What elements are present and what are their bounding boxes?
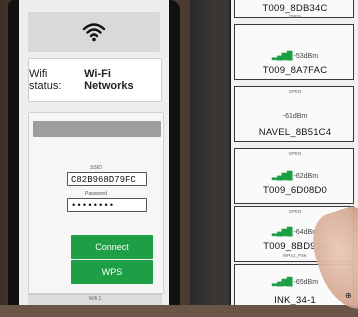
password-input[interactable]: •••••••• [67, 198, 147, 212]
network-security: OPEN [288, 151, 302, 156]
network-item[interactable]: OPEN ▂▄▆█ -62dBm T009_6D08D0 [234, 148, 354, 204]
form-header-bar [33, 121, 161, 137]
signal-bars-icon: ▂▄▆█ [271, 227, 293, 236]
signal-bars-icon: ▂▄▆█ [271, 51, 293, 60]
network-ssid: T009_8DB34C [262, 3, 328, 14]
network-ssid: T009_6D08D0 [263, 185, 327, 196]
status-value: Wi-Fi Networks [84, 68, 134, 92]
signal-row: ▂▄▆█ -62dBm [235, 171, 355, 180]
ssid-input[interactable]: C82B968D79FC [67, 172, 147, 186]
wifi-status: Wifi status: Wi-Fi Networks [28, 58, 162, 102]
signal-row: ▂▄▆█ -53dBm [235, 51, 355, 60]
password-label: Password [85, 191, 107, 197]
left-screen: Wifi status: Wi-Fi Networks SSID C82B968… [19, 0, 169, 305]
network-signal: -65dBm [293, 279, 319, 286]
connect-form: SSID C82B968D79FC Password •••••••• Conn… [28, 112, 164, 294]
wps-button[interactable]: WPS [71, 260, 153, 284]
wifi-icon [82, 23, 106, 42]
network-ssid: NAVEL_8B51C4 [258, 127, 332, 138]
network-item[interactable]: ▂▄▆█ -53dBm T009_8A7FAC [234, 24, 354, 80]
signal-bars-icon: ▂▄▆█ [271, 277, 293, 286]
network-security: OPEN [288, 14, 302, 19]
connect-button[interactable]: Connect [71, 235, 153, 259]
network-item[interactable]: OPEN -61dBm NAVEL_8B51C4 [234, 86, 354, 142]
network-signal: -61dBm [282, 113, 308, 120]
network-security: OPEN [288, 89, 302, 94]
bottom-strip: Wifi 1 [28, 294, 162, 305]
network-signal: -62dBm [293, 173, 319, 180]
ssid-label: SSID [90, 165, 102, 171]
network-item[interactable]: T009_8DB34C OPEN [234, 0, 354, 19]
signal-bars-icon: ▂▄▆█ [271, 171, 293, 180]
network-ssid: T009_8A7FAC [262, 65, 328, 76]
status-label: Wifi status: [29, 68, 62, 92]
network-signal: -53dBm [293, 53, 319, 60]
signal-row: -61dBm [235, 113, 355, 120]
wifi-header [28, 12, 160, 52]
lock-icon: ⊕ [345, 291, 352, 300]
